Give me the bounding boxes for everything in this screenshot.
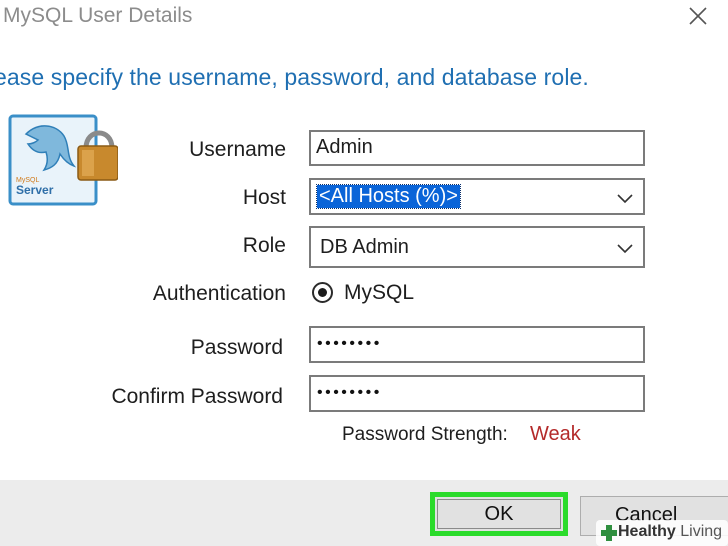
username-label: Username: [189, 138, 286, 161]
watermark-logo: Healthy Living: [596, 520, 728, 546]
password-value: ••••••••: [317, 335, 382, 352]
ok-button-label: OK: [484, 503, 514, 525]
role-value: DB Admin: [320, 236, 409, 258]
chevron-down-icon: [617, 244, 633, 254]
close-icon[interactable]: [683, 2, 713, 32]
watermark-brand-rest: Living: [675, 523, 723, 540]
username-input[interactable]: Admin: [309, 130, 645, 166]
confirm-password-value: ••••••••: [317, 384, 382, 401]
mysql-radio[interactable]: [312, 282, 333, 303]
watermark-brand-bold: Healthy: [618, 523, 676, 540]
ok-button[interactable]: OK: [430, 492, 568, 536]
host-value: <All Hosts (%)>: [316, 184, 461, 209]
plus-leaf-icon: [601, 525, 617, 541]
mysql-radio-label: MySQL: [344, 281, 415, 304]
username-value: Admin: [316, 136, 373, 158]
window-title: MySQL User Details: [3, 4, 193, 27]
host-select[interactable]: <All Hosts (%)>: [309, 178, 645, 215]
password-strength-label: Password Strength:: [342, 424, 508, 445]
chevron-down-icon: [617, 194, 633, 204]
confirm-password-input[interactable]: ••••••••: [309, 375, 645, 412]
role-select[interactable]: DB Admin: [309, 226, 645, 268]
password-strength-value: Weak: [530, 423, 581, 445]
title-bar: MySQL User Details: [0, 0, 728, 36]
password-label: Password: [190, 336, 283, 359]
password-input[interactable]: ••••••••: [309, 326, 645, 363]
host-label: Host: [242, 186, 286, 209]
instruction-text: ease specify the username, password, and…: [0, 64, 589, 90]
confirm-password-label: Confirm Password: [111, 385, 283, 408]
authentication-label: Authentication: [152, 282, 286, 305]
role-label: Role: [242, 234, 286, 257]
